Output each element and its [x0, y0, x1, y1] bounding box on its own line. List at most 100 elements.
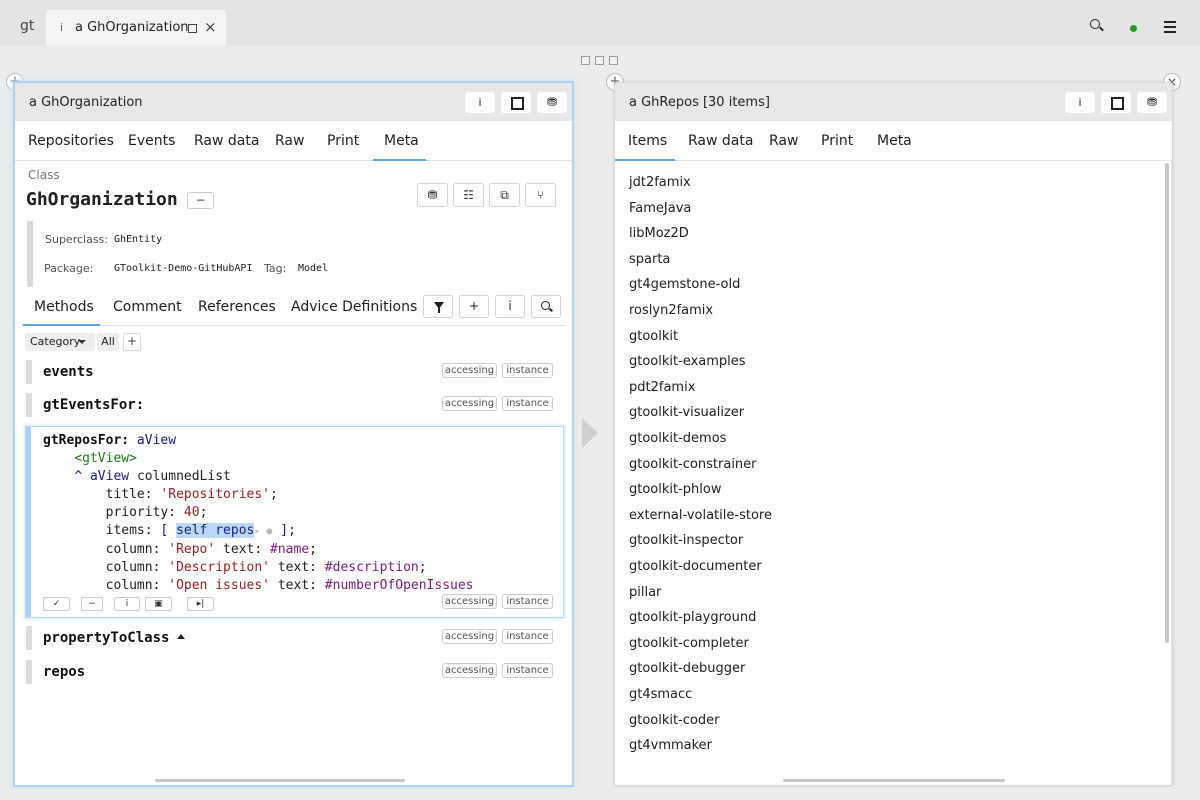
- tab-methods[interactable]: Methods: [34, 299, 94, 315]
- side-badge[interactable]: instance: [502, 594, 553, 609]
- collapse-button[interactable]: −: [187, 192, 214, 209]
- tab-comment[interactable]: Comment: [113, 299, 182, 315]
- browse-book-icon[interactable]: ⛃: [417, 183, 448, 207]
- protocol-badge[interactable]: accessing: [442, 629, 497, 644]
- method-row-events[interactable]: events accessing instance: [26, 360, 564, 384]
- page-dot[interactable]: [595, 56, 604, 65]
- category-dropdown[interactable]: Category: [25, 333, 95, 351]
- list-item[interactable]: gtoolkit-phlow: [629, 482, 722, 502]
- list-item[interactable]: gtoolkit-visualizer: [629, 405, 744, 425]
- list-item[interactable]: roslyn2famix: [629, 303, 713, 323]
- method-bar: [26, 626, 32, 650]
- list-item[interactable]: gtoolkit-examples: [629, 354, 746, 374]
- method-editor[interactable]: gtReposFor: aView <gtView> ^ aView colum…: [25, 426, 564, 618]
- tab-meta[interactable]: Meta: [877, 133, 912, 149]
- book-button[interactable]: ⛃: [537, 92, 567, 113]
- category-all[interactable]: All: [97, 333, 119, 351]
- search-button[interactable]: [531, 295, 561, 318]
- accept-button[interactable]: ✓: [43, 597, 70, 611]
- method-row-gteventsfor[interactable]: gtEventsFor: accessing instance: [26, 393, 564, 417]
- tab-advice-definitions[interactable]: Advice Definitions: [291, 299, 417, 315]
- page-dot[interactable]: [581, 56, 590, 65]
- list-item[interactable]: gtoolkit-demos: [629, 431, 726, 451]
- run-button[interactable]: ▸|: [187, 597, 214, 611]
- gt-logo[interactable]: gt: [20, 18, 34, 34]
- protocol-badge[interactable]: accessing: [442, 396, 497, 411]
- hamburger-menu-icon[interactable]: [1164, 21, 1176, 36]
- list-item[interactable]: gtoolkit-coder: [629, 713, 720, 733]
- copy-icon[interactable]: ⧉: [489, 183, 520, 207]
- list-item[interactable]: libMoz2D: [629, 226, 689, 246]
- tab-raw-data[interactable]: Raw data: [194, 133, 259, 149]
- protocol-badge[interactable]: accessing: [442, 663, 497, 678]
- caret-up-icon[interactable]: [177, 634, 186, 639]
- active-tab-indicator: [615, 159, 675, 161]
- tab-raw[interactable]: Raw: [275, 133, 304, 149]
- tab-gh-organization[interactable]: i a GhOrganization ×: [46, 10, 226, 46]
- close-icon[interactable]: ×: [204, 18, 217, 36]
- add-filter-button[interactable]: +: [123, 333, 141, 351]
- side-badge[interactable]: instance: [502, 363, 553, 378]
- list-item[interactable]: gtoolkit-playground: [629, 610, 756, 630]
- list-item[interactable]: sparta: [629, 252, 670, 272]
- tab-references[interactable]: References: [198, 299, 276, 315]
- method-name: gtEventsFor:: [43, 397, 145, 413]
- method-row-repos[interactable]: repos accessing instance: [26, 660, 564, 684]
- tab-print[interactable]: Print: [821, 133, 853, 149]
- book-button[interactable]: ⛃: [1137, 92, 1167, 113]
- tab-print[interactable]: Print: [327, 133, 359, 149]
- horizontal-scrollbar[interactable]: [783, 779, 1005, 782]
- list-item[interactable]: gt4gemstone-old: [629, 277, 740, 297]
- list-item[interactable]: gtoolkit-debugger: [629, 661, 745, 681]
- protocol-badge[interactable]: accessing: [442, 363, 497, 378]
- list-item[interactable]: pdt2famix: [629, 380, 695, 400]
- list-item[interactable]: gtoolkit: [629, 329, 678, 349]
- code-text[interactable]: gtReposFor: aView <gtView> ^ aView colum…: [43, 432, 474, 595]
- list-item[interactable]: gtoolkit-completer: [629, 636, 749, 656]
- clipboard-icon[interactable]: ▣: [145, 597, 172, 611]
- branch-icon[interactable]: ⑂: [525, 183, 556, 207]
- list-item[interactable]: jdt2famix: [629, 175, 691, 195]
- filter-button[interactable]: [423, 295, 453, 318]
- list-item[interactable]: gtoolkit-documenter: [629, 559, 762, 579]
- side-badge[interactable]: instance: [502, 663, 553, 678]
- vertical-scrollbar[interactable]: [1165, 163, 1169, 643]
- horizontal-scrollbar[interactable]: [155, 779, 405, 782]
- superclass-value[interactable]: GhEntity: [114, 234, 162, 245]
- remove-button[interactable]: −: [81, 597, 103, 611]
- list-item[interactable]: pillar: [629, 585, 661, 605]
- method-row-propertytoclass[interactable]: propertyToClass accessing instance: [26, 626, 564, 650]
- code-symbol: #name: [270, 542, 310, 557]
- info-button[interactable]: i: [114, 597, 140, 611]
- side-badge[interactable]: instance: [502, 396, 553, 411]
- list-item[interactable]: FameJava: [629, 201, 691, 221]
- list-item[interactable]: gt4smacc: [629, 687, 692, 707]
- list-item[interactable]: gtoolkit-inspector: [629, 533, 743, 553]
- search-icon[interactable]: [1090, 19, 1100, 29]
- code-selection[interactable]: self repos: [176, 523, 255, 538]
- add-method-button[interactable]: +: [459, 295, 489, 318]
- list-item[interactable]: gt4vmmaker: [629, 738, 712, 758]
- maximize-button[interactable]: [501, 92, 531, 113]
- tab-repositories[interactable]: Repositories: [28, 133, 114, 149]
- tab-raw-data[interactable]: Raw data: [688, 133, 753, 149]
- list-item[interactable]: external-volatile-store: [629, 508, 772, 528]
- info-button[interactable]: i: [465, 92, 495, 113]
- maximize-button[interactable]: [1101, 92, 1131, 113]
- tag-value[interactable]: Model: [298, 263, 328, 274]
- page-dot[interactable]: [609, 56, 618, 65]
- code-hint: ▸ ●: [254, 526, 273, 537]
- tab-items[interactable]: Items: [628, 133, 667, 149]
- info-button[interactable]: i: [1065, 92, 1095, 113]
- list-item[interactable]: gtoolkit-constrainer: [629, 457, 757, 477]
- tab-events[interactable]: Events: [128, 133, 175, 149]
- tab-meta[interactable]: Meta: [384, 133, 419, 149]
- protocol-badge[interactable]: accessing: [442, 594, 497, 609]
- info-button[interactable]: i: [495, 295, 525, 318]
- maximize-icon[interactable]: [188, 24, 197, 33]
- hierarchy-icon[interactable]: ☷: [453, 183, 484, 207]
- class-info-box: Superclass: GhEntity Package: GToolkit-D…: [27, 221, 567, 289]
- tab-raw[interactable]: Raw: [769, 133, 798, 149]
- package-value[interactable]: GToolkit-Demo-GitHubAPI: [114, 263, 252, 274]
- side-badge[interactable]: instance: [502, 629, 553, 644]
